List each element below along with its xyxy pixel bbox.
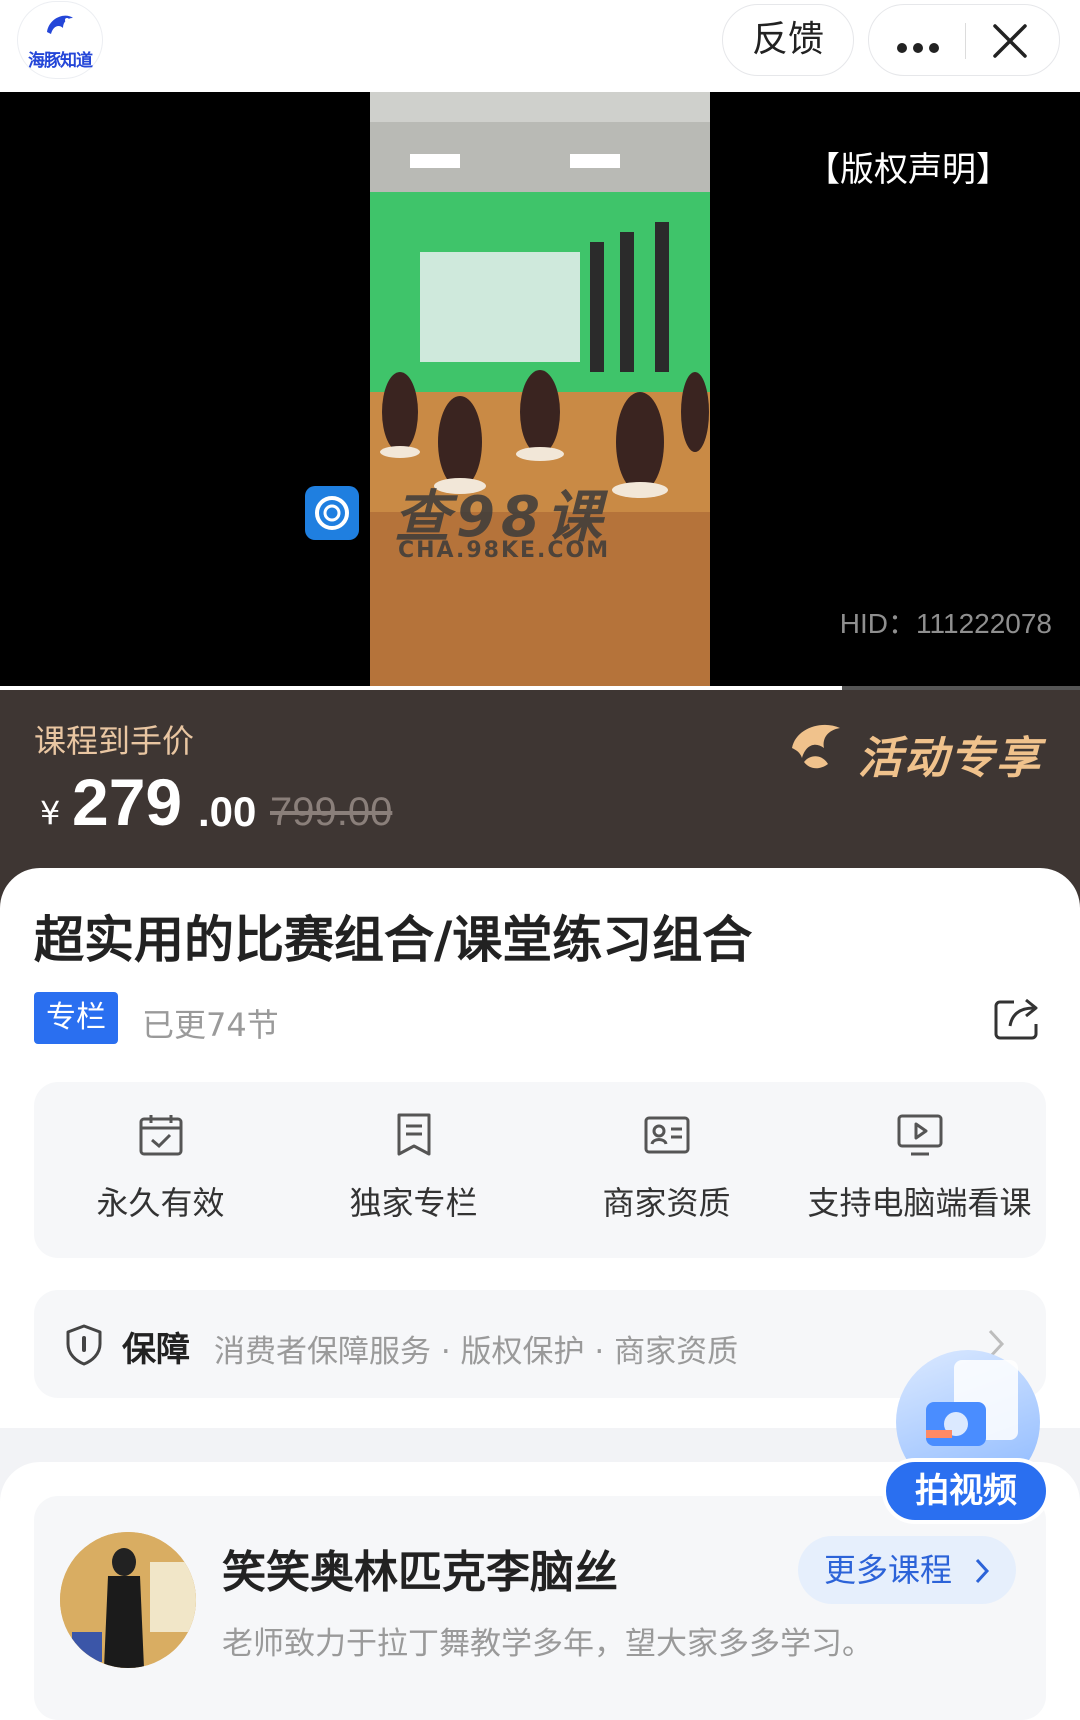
shoot-video-label: 拍视频 xyxy=(882,1458,1050,1524)
feature-item: 支持电脑端看课 xyxy=(793,1082,1046,1258)
logo-text: 海豚知道 xyxy=(28,51,93,71)
guarantee-items: 消费者保障服务 · 版权保护 · 商家资质 xyxy=(214,1334,739,1370)
capsule-actions xyxy=(868,4,1060,76)
feature-label: 独家专栏 xyxy=(349,1184,478,1222)
feedback-button[interactable]: 反馈 xyxy=(722,4,854,76)
shoot-video-fab[interactable]: 拍视频 xyxy=(882,1350,1056,1526)
teacher-info[interactable]: 笑笑奥林匹克李脑丝 老师致力于拉丁舞教学多年，望大家多多学习。 更多课程 xyxy=(34,1496,1046,1720)
price-decimal: .00 xyxy=(198,788,257,835)
app-logo[interactable]: 海豚知道 xyxy=(18,2,102,78)
bookmark-icon xyxy=(397,1113,431,1156)
activity-bird-icon xyxy=(792,724,840,769)
course-title: 超实用的比赛组合/课堂练习组合 xyxy=(34,911,753,969)
currency-symbol: ¥ xyxy=(40,794,61,832)
more-courses-label: 更多课程 xyxy=(824,1551,953,1589)
chevron-right-icon xyxy=(975,1558,990,1584)
id-card-icon xyxy=(644,1116,690,1154)
price-integer: 279 xyxy=(72,765,183,839)
hid-label: HID：111222078 xyxy=(839,608,1052,639)
video-frame xyxy=(370,92,710,690)
monitor-play-icon xyxy=(897,1114,943,1156)
feature-row: 永久有效 独家专栏 商家资质 支持电脑端看课 xyxy=(34,1082,1046,1258)
close-icon[interactable] xyxy=(992,23,1028,59)
column-tag: 专栏 xyxy=(34,992,118,1044)
teacher-description: 老师致力于拉丁舞教学多年，望大家多多学习。 xyxy=(222,1626,873,1662)
watermark-subtitle: CHA.98KE.COM xyxy=(398,538,611,563)
video-player[interactable]: 【版权声明】 查98课 CHA.98KE.COM HID：111222078 xyxy=(0,92,1080,690)
shield-icon xyxy=(66,1324,102,1366)
calendar-check-icon xyxy=(139,1115,183,1156)
more-icon[interactable] xyxy=(897,38,945,57)
original-price: 799.00 xyxy=(270,790,393,834)
feature-label: 商家资质 xyxy=(602,1184,731,1222)
feature-item: 商家资质 xyxy=(540,1082,793,1258)
feature-item: 独家专栏 xyxy=(287,1082,540,1258)
update-count: 已更74节 xyxy=(142,1006,279,1044)
price-label: 课程到手价 xyxy=(34,722,195,760)
feature-label: 永久有效 xyxy=(96,1184,225,1222)
teacher-name: 笑笑奥林匹克李脑丝 xyxy=(222,1547,618,1598)
capsule-divider xyxy=(965,23,966,59)
course-info-card: 超实用的比赛组合/课堂练习组合 专栏 已更74节 永久有效 独家专栏 商家资质 … xyxy=(0,868,1080,1428)
more-courses-button[interactable]: 更多课程 xyxy=(798,1536,1016,1604)
activity-badge: 活动专享 xyxy=(858,733,1042,784)
teacher-avatar[interactable] xyxy=(60,1532,196,1668)
dolphin-logo-icon xyxy=(47,15,73,34)
guarantee-title: 保障 xyxy=(122,1330,190,1370)
share-icon[interactable] xyxy=(994,996,1042,1040)
feature-item: 永久有效 xyxy=(34,1082,287,1258)
top-bar: 海豚知道 反馈 xyxy=(0,0,1080,92)
watermark-badge-icon xyxy=(305,486,359,540)
copyright-notice-link[interactable]: 【版权声明】 xyxy=(806,142,1010,191)
feature-label: 支持电脑端看课 xyxy=(807,1184,1032,1222)
